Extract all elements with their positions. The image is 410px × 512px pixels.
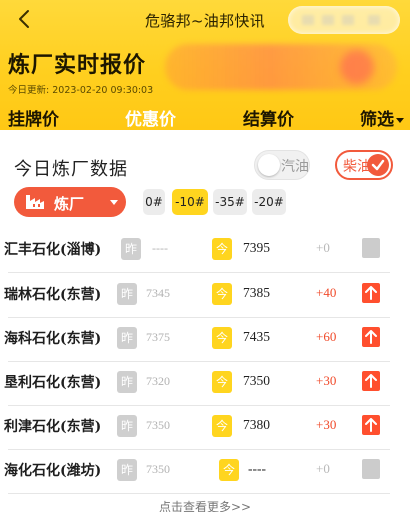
yesterday-price: 7350 [146, 462, 170, 476]
refinery-name: 汇丰石化(淄博) [4, 242, 102, 258]
page-title: 炼厂实时报价 [8, 53, 147, 78]
gasoline-label: 汽油 [281, 159, 309, 175]
toggle-knob [258, 154, 280, 176]
table-row[interactable]: 瑞林石化(东营) 昨 7345 今 7385 +40 [0, 272, 410, 318]
tab-filter[interactable]: 筛选 [360, 105, 404, 130]
today-tag: 今 [212, 327, 232, 349]
yesterday-price: 7320 [146, 374, 170, 388]
check-icon [367, 154, 389, 176]
trend-up-icon [362, 327, 380, 347]
price-change: +0 [316, 461, 330, 476]
active-tab-indicator [142, 130, 162, 133]
grade-minus-10[interactable]: -10# [172, 189, 208, 215]
today-tag: 今 [212, 415, 232, 437]
yesterday-tag: 昨 [117, 327, 137, 349]
diesel-toggle[interactable]: 柴油 [335, 150, 393, 180]
obscured-banner-icon [340, 50, 374, 84]
update-timestamp: 2023-02-20 09:30:03 [52, 85, 154, 96]
trend-up-icon [362, 371, 380, 391]
price-change: +40 [316, 285, 337, 300]
yesterday-tag: 昨 [117, 371, 137, 393]
price-change: +60 [316, 329, 337, 344]
trend-flat-icon [362, 459, 380, 479]
yesterday-price: ---- [152, 241, 168, 255]
factory-icon [24, 193, 46, 215]
section-title: 今日炼厂数据 [14, 159, 128, 180]
refinery-name: 利津石化(东营) [4, 419, 102, 435]
obscured-menu-capsule[interactable] [288, 6, 400, 34]
trend-flat-icon [362, 238, 380, 258]
today-price: 7385 [243, 285, 270, 300]
today-tag: 今 [212, 283, 232, 305]
table-row[interactable]: 利津石化(东营) 昨 7350 今 7380 +30 [0, 404, 410, 450]
refinery-name: 海科石化(东营) [4, 331, 102, 347]
grade-0[interactable]: 0# [143, 189, 165, 215]
today-tag: 今 [219, 459, 239, 481]
today-price: 7395 [243, 240, 270, 255]
yesterday-price: 7375 [146, 330, 170, 344]
caret-down-icon [396, 117, 404, 123]
load-more-link[interactable]: 点击查看更多>> [0, 498, 410, 512]
price-change: +30 [316, 417, 337, 432]
yesterday-price: 7350 [146, 418, 170, 432]
table-row[interactable]: 海科石化(东营) 昨 7375 今 7435 +60 [0, 316, 410, 362]
today-price: 7380 [243, 417, 270, 432]
yesterday-tag: 昨 [121, 238, 141, 260]
tab-listed-price[interactable]: 挂牌价 [8, 105, 59, 130]
update-label: 今日更新 [8, 85, 47, 96]
trend-up-icon [362, 415, 380, 435]
today-price: 7350 [243, 373, 270, 388]
top-bar: 危骆邦~油邦快讯 [0, 0, 410, 40]
yesterday-tag: 昨 [117, 415, 137, 437]
trend-up-icon [362, 283, 380, 303]
factory-filter-label: 炼厂 [54, 195, 85, 213]
yesterday-tag: 昨 [117, 459, 137, 481]
tab-settlement-price[interactable]: 结算价 [243, 105, 294, 130]
yesterday-price: 7345 [146, 286, 170, 300]
header-banner: 危骆邦~油邦快讯 炼厂实时报价 今日更新: 2023-02-20 09:30:0… [0, 0, 410, 133]
update-time: 今日更新: 2023-02-20 09:30:03 [8, 85, 154, 96]
price-tabs: 挂牌价 优惠价 结算价 筛选 [0, 100, 410, 134]
grade-minus-20[interactable]: -20# [252, 189, 286, 215]
tab-discount-price[interactable]: 优惠价 [125, 105, 176, 130]
factory-filter-button[interactable]: 炼厂 [14, 187, 126, 217]
table-row[interactable]: 汇丰石化(淄博) 昨 ---- 今 7395 +0 [0, 227, 410, 273]
refinery-name: 瑞林石化(东营) [4, 287, 102, 303]
refinery-name: 海化石化(潍坊) [4, 463, 102, 479]
refinery-name: 垦利石化(东营) [4, 375, 102, 391]
table-row[interactable]: 海化石化(潍坊) 昨 7350 今 ---- +0 [0, 448, 410, 494]
price-change: +0 [316, 240, 330, 255]
row-divider [8, 493, 390, 494]
price-change: +30 [316, 373, 337, 388]
today-price: 7435 [243, 329, 270, 344]
table-row[interactable]: 垦利石化(东营) 昨 7320 今 7350 +30 [0, 360, 410, 406]
caret-down-icon [110, 200, 118, 205]
today-price: ---- [248, 461, 266, 476]
grade-minus-35[interactable]: -35# [213, 189, 247, 215]
yesterday-tag: 昨 [117, 283, 137, 305]
filter-label: 筛选 [360, 110, 394, 130]
today-tag: 今 [212, 238, 232, 260]
today-tag: 今 [212, 371, 232, 393]
gasoline-toggle[interactable]: 汽油 [254, 150, 310, 180]
